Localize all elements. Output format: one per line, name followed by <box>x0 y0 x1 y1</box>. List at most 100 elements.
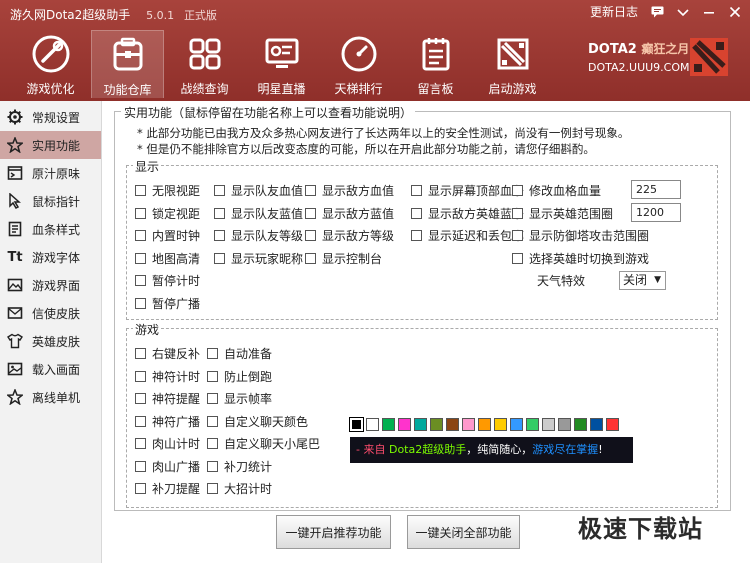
checkbox[interactable] <box>135 230 146 241</box>
checkbox[interactable] <box>512 252 523 264</box>
color-swatch[interactable] <box>349 417 364 432</box>
disable-all-button[interactable]: 一键关闭全部功能 <box>407 515 520 549</box>
nav-message-board[interactable]: 留言板 <box>399 30 472 98</box>
checkbox-option[interactable]: 大招计时 <box>207 480 272 497</box>
checkbox-option[interactable]: 显示敌方英雄蓝条 <box>411 205 524 222</box>
checkbox[interactable] <box>207 438 218 449</box>
checkbox-option[interactable]: 神符广播 <box>135 413 200 430</box>
update-log-link[interactable]: 更新日志 <box>590 3 638 20</box>
checkbox[interactable] <box>135 275 146 286</box>
checkbox[interactable] <box>512 185 523 196</box>
checkbox-option[interactable]: 补刀提醒 <box>135 480 200 497</box>
checkbox-option[interactable]: 显示英雄范围圈 <box>512 205 613 222</box>
checkbox[interactable] <box>512 230 523 241</box>
checkbox-option[interactable]: 自动准备 <box>207 345 272 362</box>
checkbox-option[interactable]: 显示帧率 <box>207 390 272 407</box>
checkbox-option[interactable]: 暂停广播 <box>135 295 200 312</box>
checkbox[interactable] <box>135 415 146 427</box>
checkbox[interactable] <box>207 460 218 472</box>
sidebar-item-hero-skin[interactable]: 英雄皮肤 <box>0 327 101 355</box>
checkbox-option[interactable]: 显示屏幕顶部血条 <box>411 182 524 199</box>
checkbox[interactable] <box>411 207 422 219</box>
checkbox[interactable] <box>207 415 218 427</box>
checkbox[interactable] <box>207 483 218 494</box>
checkbox-option[interactable]: 暂停计时 <box>135 272 200 289</box>
checkbox[interactable] <box>207 370 218 382</box>
checkbox[interactable] <box>214 185 225 196</box>
sidebar-item-general[interactable]: 常规设置 <box>0 103 101 131</box>
checkbox-option[interactable]: 显示队友血值 <box>214 182 303 199</box>
checkbox-option[interactable]: 显示敌方血值 <box>305 182 394 199</box>
sidebar-item-cursor[interactable]: 鼠标指针 <box>0 187 101 215</box>
color-swatch[interactable] <box>382 418 395 431</box>
checkbox[interactable] <box>135 460 146 472</box>
sidebar-item-offline[interactable]: 离线单机 <box>0 383 101 411</box>
checkbox[interactable] <box>135 185 146 196</box>
sidebar-item-hpbar[interactable]: 血条样式 <box>0 215 101 243</box>
checkbox[interactable] <box>135 207 146 219</box>
color-swatch[interactable] <box>606 418 619 431</box>
checkbox-option[interactable]: 防止倒跑 <box>207 368 272 385</box>
checkbox[interactable] <box>411 230 422 241</box>
checkbox-option[interactable]: 显示队友蓝值 <box>214 205 303 222</box>
color-swatch[interactable] <box>510 418 523 431</box>
checkbox-option[interactable]: 肉山计时 <box>135 435 200 452</box>
checkbox[interactable] <box>512 207 523 219</box>
sidebar-item-utility[interactable]: 实用功能 <box>0 131 101 159</box>
checkbox-option[interactable]: 内置时钟 <box>135 227 200 244</box>
checkbox[interactable] <box>135 438 146 449</box>
checkbox[interactable] <box>135 297 146 309</box>
color-swatch[interactable] <box>398 418 411 431</box>
checkbox[interactable] <box>305 230 316 241</box>
checkbox-option[interactable]: 地图高清 <box>135 250 200 267</box>
nav-records[interactable]: 战绩查询 <box>168 30 241 98</box>
checkbox-option[interactable]: 神符提醒 <box>135 390 200 407</box>
sidebar-item-font[interactable]: Tt 游戏字体 <box>0 243 101 271</box>
checkbox-option[interactable]: 显示敌方等级 <box>305 227 394 244</box>
color-swatch[interactable] <box>414 418 427 431</box>
color-swatch[interactable] <box>542 418 555 431</box>
checkbox[interactable] <box>411 185 422 196</box>
enable-recommended-button[interactable]: 一键开启推荐功能 <box>276 515 391 549</box>
weather-select[interactable]: 关闭 ▼ <box>619 271 666 290</box>
close-icon[interactable] <box>728 5 742 19</box>
checkbox-option[interactable]: 显示延迟和丢包率 <box>411 227 524 244</box>
message-icon[interactable] <box>650 5 664 19</box>
checkbox-option[interactable]: 修改血格血量 <box>512 182 601 199</box>
nav-live[interactable]: 明星直播 <box>245 30 318 98</box>
nav-game-optimize[interactable]: 游戏优化 <box>14 30 87 98</box>
checkbox-option[interactable]: 选择英雄时切换到游戏 <box>512 250 649 267</box>
sidebar-item-ui[interactable]: 游戏界面 <box>0 271 101 299</box>
color-swatch[interactable] <box>590 418 603 431</box>
checkbox[interactable] <box>135 393 146 404</box>
checkbox-option[interactable]: 补刀统计 <box>207 458 272 475</box>
checkbox[interactable] <box>214 252 225 264</box>
sidebar-item-loading-screen[interactable]: 载入画面 <box>0 355 101 383</box>
checkbox[interactable] <box>214 207 225 219</box>
color-swatch[interactable] <box>446 418 459 431</box>
checkbox[interactable] <box>135 370 146 382</box>
color-swatch[interactable] <box>526 418 539 431</box>
sidebar-item-original[interactable]: 原汁原味 <box>0 159 101 187</box>
sidebar-item-courier[interactable]: 信使皮肤 <box>0 299 101 327</box>
checkbox-option[interactable]: 无限视距 <box>135 182 200 199</box>
checkbox[interactable] <box>207 348 218 359</box>
checkbox-option[interactable]: 显示防御塔攻击范围圈 <box>512 227 649 244</box>
checkbox-option[interactable]: 显示队友等级 <box>214 227 303 244</box>
minimize-icon[interactable] <box>702 5 716 19</box>
checkbox-option[interactable]: 显示敌方蓝值 <box>305 205 394 222</box>
nav-ranking[interactable]: 天梯排行 <box>322 30 395 98</box>
checkbox[interactable] <box>305 252 316 264</box>
checkbox-option[interactable]: 锁定视距 <box>135 205 200 222</box>
checkbox[interactable] <box>305 185 316 196</box>
color-swatch[interactable] <box>366 418 379 431</box>
checkbox-option[interactable]: 显示控制台 <box>305 250 382 267</box>
color-swatch[interactable] <box>430 418 443 431</box>
nav-launch-game[interactable]: 启动游戏 <box>476 30 549 98</box>
checkbox[interactable] <box>135 348 146 359</box>
checkbox-option[interactable]: 显示玩家昵称 <box>214 250 303 267</box>
color-swatch[interactable] <box>478 418 491 431</box>
checkbox-option[interactable]: 右键反补 <box>135 345 200 362</box>
checkbox[interactable] <box>214 230 225 241</box>
color-swatch[interactable] <box>558 418 571 431</box>
